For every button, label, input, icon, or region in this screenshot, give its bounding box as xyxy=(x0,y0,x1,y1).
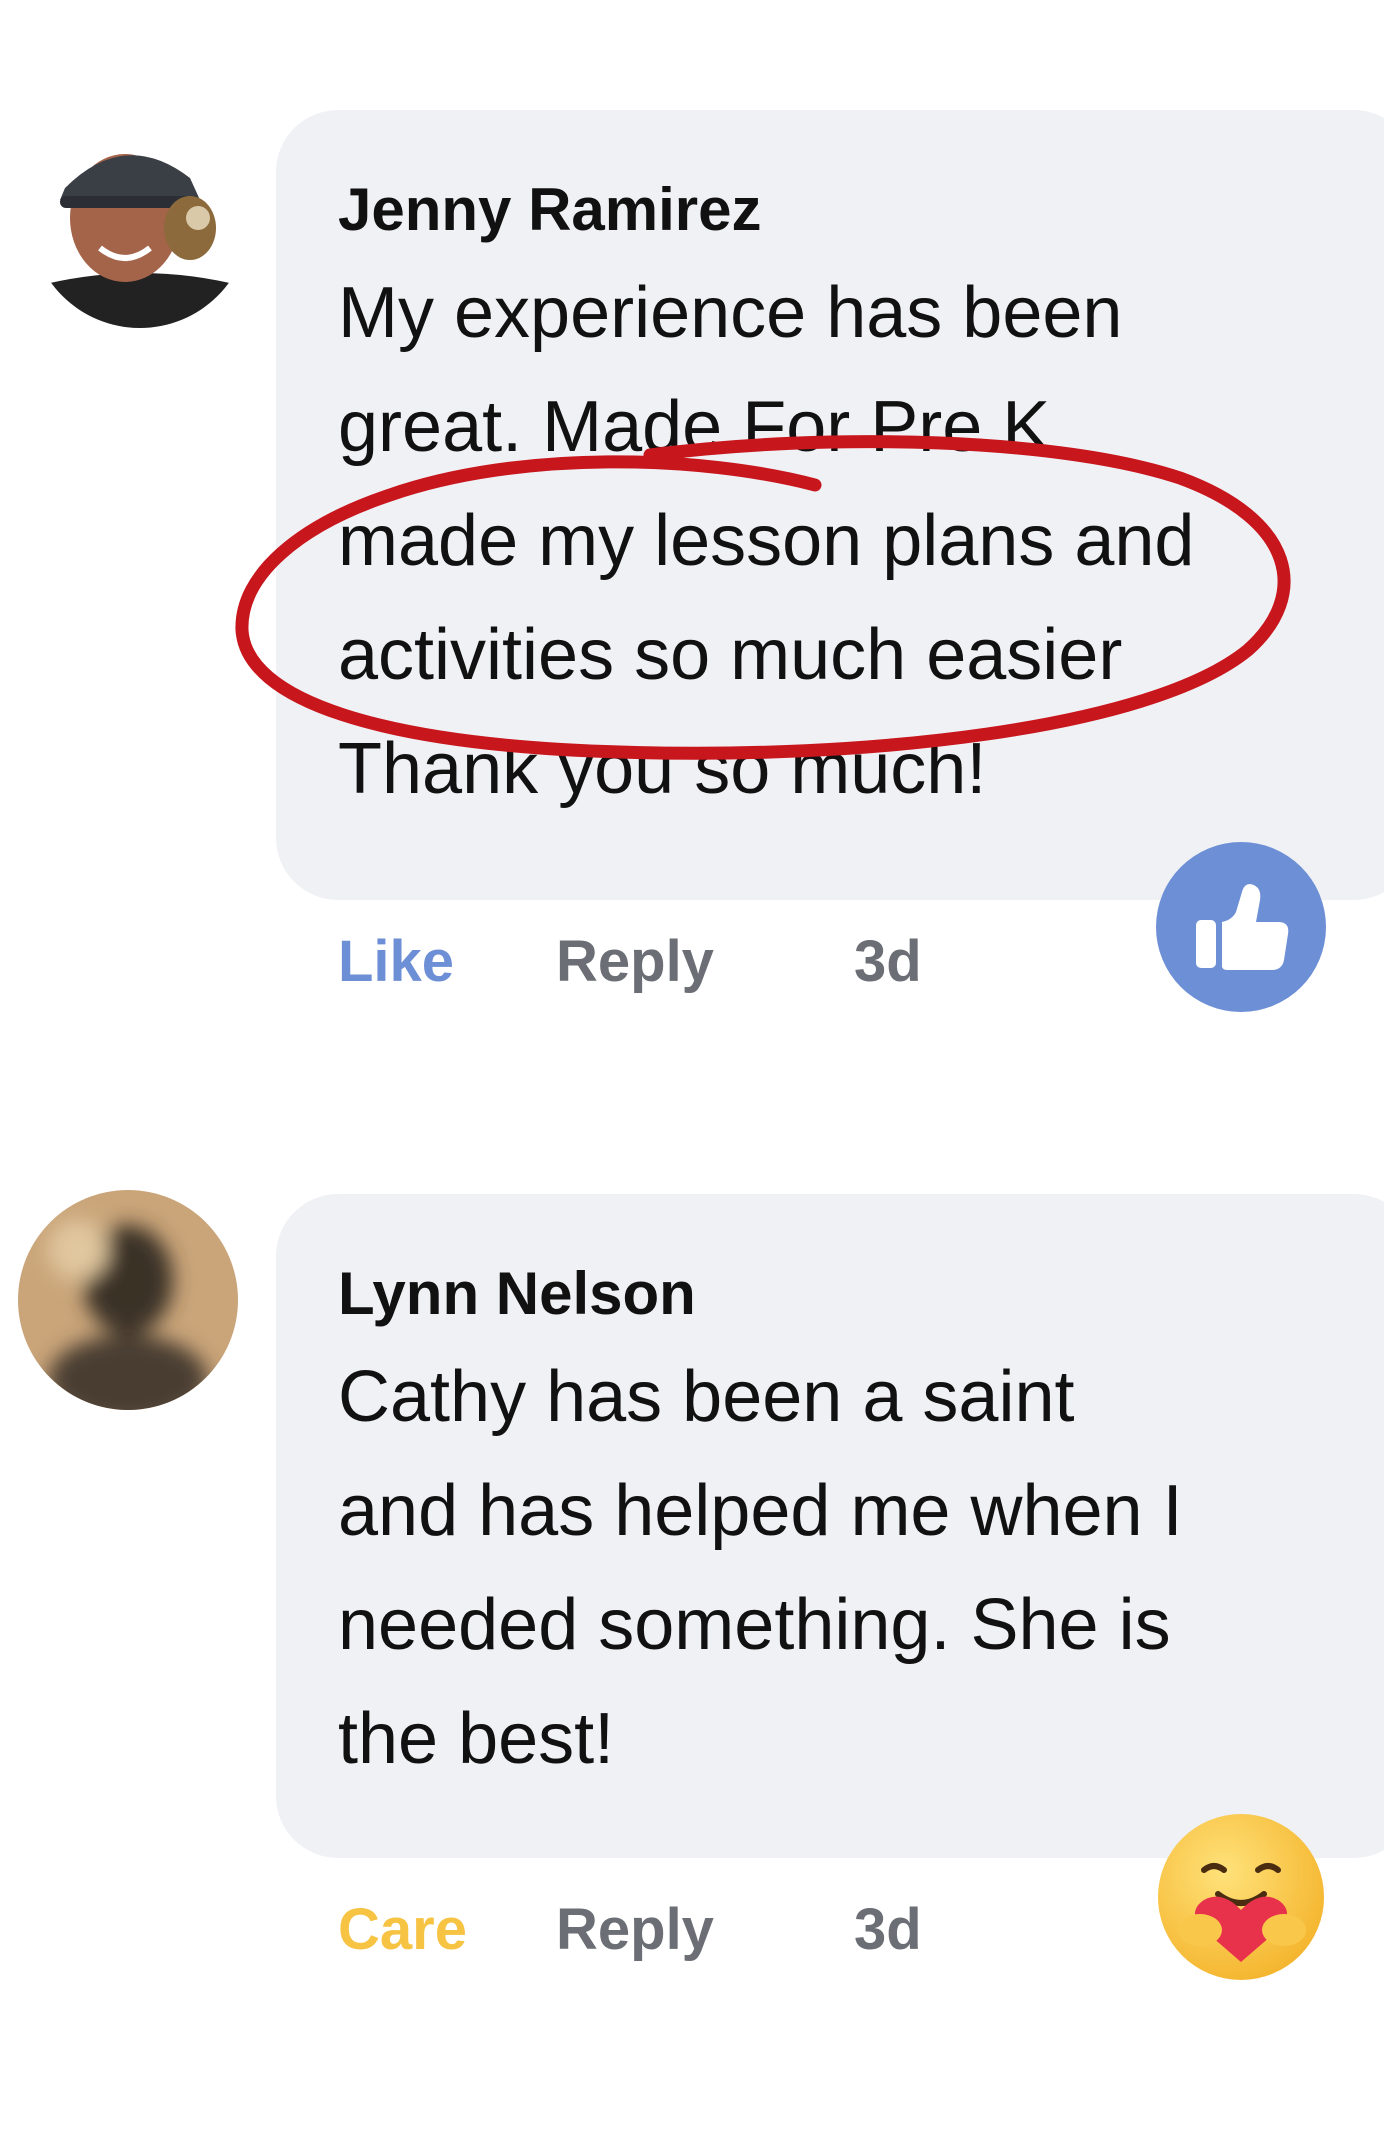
comment-text-line: made my lesson plans and xyxy=(338,501,1195,581)
comment-timestamp[interactable]: 3d xyxy=(854,922,922,1002)
comment-timestamp[interactable]: 3d xyxy=(854,1890,922,1970)
comment-text-line: activities so much easier xyxy=(338,615,1123,695)
avatar-photo xyxy=(30,108,250,328)
comment-text-line: Thank you so much! xyxy=(338,729,987,809)
comment-text-line: Cathy has been a saint xyxy=(338,1357,1075,1437)
comment: Lynn Nelson Cathy has been a saint and h… xyxy=(0,1090,1384,2153)
reply-button[interactable]: Reply xyxy=(556,922,714,1002)
comment-text-line: needed something. She is xyxy=(338,1585,1171,1665)
comment-bubble: Lynn Nelson Cathy has been a saint and h… xyxy=(276,1194,1384,1858)
care-button[interactable]: Care xyxy=(338,1890,467,1970)
comment-text-line: the best! xyxy=(338,1699,615,1779)
comment-text-line: great. Made For Pre K xyxy=(338,387,1051,467)
reaction-badge[interactable] xyxy=(1156,1812,1326,1982)
comment-text: My experience has been great. Made For P… xyxy=(338,256,1356,826)
comment-text-line: My experience has been xyxy=(338,273,1123,353)
reaction-badge[interactable] xyxy=(1156,842,1326,1012)
comment-text: Cathy has been a saint and has helped me… xyxy=(338,1340,1356,1796)
comment: Jenny Ramirez My experience has been gre… xyxy=(0,0,1384,1090)
like-button[interactable]: Like xyxy=(338,922,454,1002)
thumbs-up-icon xyxy=(1156,842,1326,1012)
comment-text-line: and has helped me when I xyxy=(338,1471,1183,1551)
avatar[interactable] xyxy=(18,1190,238,1410)
avatar-photo-blurred xyxy=(18,1190,238,1410)
comment-bubble: Jenny Ramirez My experience has been gre… xyxy=(276,110,1384,900)
comment-author[interactable]: Jenny Ramirez xyxy=(338,174,1356,246)
avatar[interactable] xyxy=(30,108,250,328)
care-hug-icon xyxy=(1158,1814,1324,1980)
comment-author[interactable]: Lynn Nelson xyxy=(338,1258,1356,1330)
reply-button[interactable]: Reply xyxy=(556,1890,714,1970)
